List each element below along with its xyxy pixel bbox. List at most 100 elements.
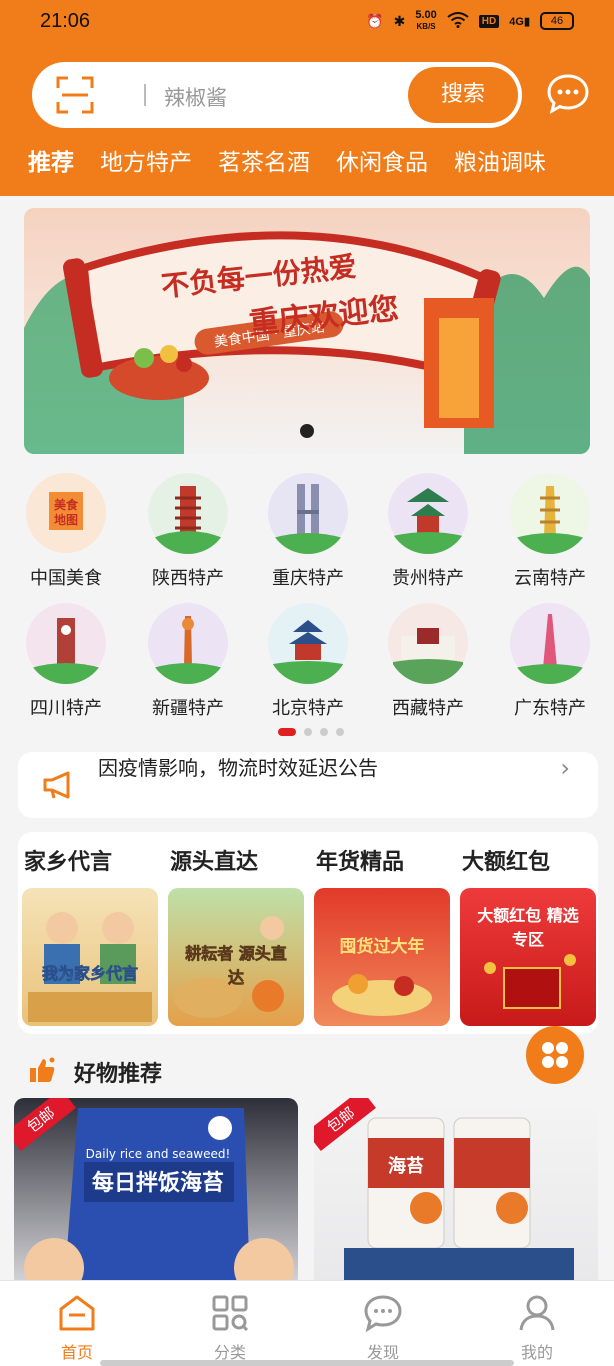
region-item-xinjiang[interactable]: 新疆特产 [126, 600, 246, 720]
page-dot [304, 728, 312, 736]
product-image: Daily rice and seaweed! 每日拌饭海苔 [24, 1108, 294, 1288]
promo-title: 家乡代言 [24, 850, 113, 875]
grid-icon [542, 1042, 568, 1068]
product-card[interactable]: 海苔 包邮 [314, 1098, 598, 1288]
region-item-sichuan[interactable]: 四川特产 [4, 600, 124, 720]
promo-caption: 大额红包 精选专区 [477, 906, 579, 949]
region-label: 云南特产 [514, 568, 586, 589]
thumbs-up-icon [30, 1057, 55, 1082]
region-grid: 美食 地图 中国美食 陕西特产 重庆特产 贵州特产 云南特产 四川特产 新疆特产… [0, 470, 614, 730]
megaphone-icon [43, 771, 70, 799]
region-page-indicator [278, 728, 348, 738]
promo-image: 耕耘者 源头直达 [168, 888, 304, 1026]
product-image: 海苔 [344, 1117, 574, 1288]
top-header: 21:06 ⏰ ✱ 5.00 KB/S HD 4G▮ 46 辣椒酱 搜索 推荐 … [0, 0, 614, 196]
tab-grain-oil[interactable]: 粮油调味 [454, 140, 546, 186]
status-icons: ⏰ ✱ 5.00 KB/S HD 4G▮ 46 [366, 10, 574, 32]
network-speed: 5.00 KB/S [415, 9, 437, 32]
product-text-line1: 海苔 [388, 1155, 424, 1177]
promo-title: 源头直达 [170, 850, 259, 875]
category-icon [212, 1295, 249, 1332]
promo-red-packet[interactable]: 大额红包 大额红包 精选专区 [456, 832, 596, 1032]
promo-image: 囤货过大年 [314, 888, 450, 1026]
minaret-icon [148, 603, 228, 684]
home-icon [59, 1295, 95, 1331]
promo-caption: 耕耘者 源头直达 [185, 944, 287, 988]
nav-mine[interactable]: 我的 [497, 1293, 577, 1365]
bluetooth-icon: ✱ [393, 12, 406, 29]
product-text-line2: 每日拌饭海苔 [92, 1170, 224, 1196]
tab-recommend[interactable]: 推荐 [28, 140, 74, 186]
food-map-line2: 地图 [54, 512, 78, 527]
bottom-nav: 首页 分类 发现 我的 [0, 1280, 614, 1366]
hd-badge: HD [478, 14, 500, 28]
page-dot-active [278, 728, 296, 736]
region-label: 中国美食 [30, 568, 102, 589]
user-icon [519, 1295, 555, 1331]
promo-source-direct[interactable]: 源头直达 耕耘者 源头直达 [164, 832, 304, 1032]
wifi-icon [447, 11, 469, 31]
region-item-yunnan[interactable]: 云南特产 [488, 470, 608, 590]
banner-illustration: 美食中国 · 重庆站 不负每一份热爱 重庆欢迎您 [24, 231, 590, 454]
page-dot [336, 728, 344, 736]
search-button[interactable]: 搜索 [408, 67, 518, 123]
region-item-beijing[interactable]: 北京特产 [246, 600, 366, 720]
status-time: 21:06 [40, 10, 91, 32]
tab-snacks[interactable]: 休闲食品 [336, 140, 428, 186]
region-item-tibet[interactable]: 西藏特产 [366, 600, 486, 720]
twin-towers-icon [268, 473, 348, 554]
status-bar: 21:06 ⏰ ✱ 5.00 KB/S HD 4G▮ 46 [0, 0, 614, 48]
nav-category[interactable]: 分类 [190, 1293, 270, 1365]
home-indicator [100, 1360, 514, 1366]
product-card[interactable]: Daily rice and seaweed! 每日拌饭海苔 包邮 [14, 1098, 298, 1288]
region-label: 西藏特产 [392, 698, 464, 719]
clock-tower-icon [26, 603, 106, 684]
pagoda-icon [148, 473, 228, 554]
region-item-shaanxi[interactable]: 陕西特产 [126, 470, 246, 590]
region-item-chongqing[interactable]: 重庆特产 [246, 470, 366, 590]
nav-home[interactable]: 首页 [37, 1293, 117, 1365]
region-label: 广东特产 [514, 698, 586, 719]
promo-image: 我为家乡代言 [22, 888, 158, 1026]
product-text-line1: Daily rice and seaweed! [86, 1147, 231, 1161]
promo-caption: 我为家乡代言 [41, 964, 139, 984]
page-dot [320, 728, 328, 736]
alarm-icon: ⏰ [366, 12, 384, 29]
region-item-guangdong[interactable]: 广东特产 [488, 600, 608, 720]
farmers-illustration [28, 912, 152, 1022]
promo-banner[interactable]: 美食中国 · 重庆站 不负每一份热爱 重庆欢迎您 [24, 208, 590, 454]
region-label: 北京特产 [272, 698, 344, 719]
region-item-china-food[interactable]: 美食 地图 中国美食 [4, 470, 124, 590]
food-map-icon: 美食 地图 [26, 473, 106, 553]
search-divider [144, 84, 146, 106]
chat-bubble-icon [364, 1295, 402, 1333]
tab-tea-wine[interactable]: 茗茶名酒 [218, 140, 310, 186]
promo-section: 家乡代言 我为家乡代言 源头直达 耕耘者 源头直达 年货精品 囤货过大年 大额红… [18, 832, 598, 1034]
banner-indicator-dot [300, 424, 314, 438]
region-label: 贵州特产 [392, 568, 464, 589]
floating-menu-button[interactable] [526, 1026, 584, 1084]
battery-icon: 46 [540, 12, 574, 30]
potala-palace-icon [388, 603, 468, 684]
promo-title: 大额红包 [462, 850, 551, 875]
region-label: 陕西特产 [152, 568, 224, 589]
region-label: 新疆特产 [152, 698, 224, 719]
tab-local-specialty[interactable]: 地方特产 [100, 140, 192, 186]
search-bar[interactable]: 辣椒酱 搜索 [32, 62, 522, 128]
promo-caption: 囤货过大年 [339, 937, 425, 957]
search-input[interactable]: 辣椒酱 [164, 82, 227, 112]
notice-bar[interactable]: 因疫情影响，物流时效延迟公告 › [18, 752, 598, 818]
signal-icon: 4G▮ [509, 15, 530, 28]
festival-illustration [332, 974, 432, 1016]
pavilion-icon [388, 473, 468, 554]
scan-icon[interactable] [56, 76, 94, 114]
promo-new-year[interactable]: 年货精品 囤货过大年 [310, 832, 450, 1032]
category-tabs: 推荐 地方特产 茗茶名酒 休闲食品 粮油调味 [28, 140, 614, 186]
region-label: 重庆特产 [272, 568, 344, 589]
promo-hometown[interactable]: 家乡代言 我为家乡代言 [18, 832, 158, 1032]
nav-discover[interactable]: 发现 [343, 1293, 423, 1365]
tower-icon [510, 473, 590, 554]
region-item-guizhou[interactable]: 贵州特产 [366, 470, 486, 590]
chevron-right-icon: › [560, 754, 570, 782]
message-icon[interactable] [546, 72, 590, 116]
